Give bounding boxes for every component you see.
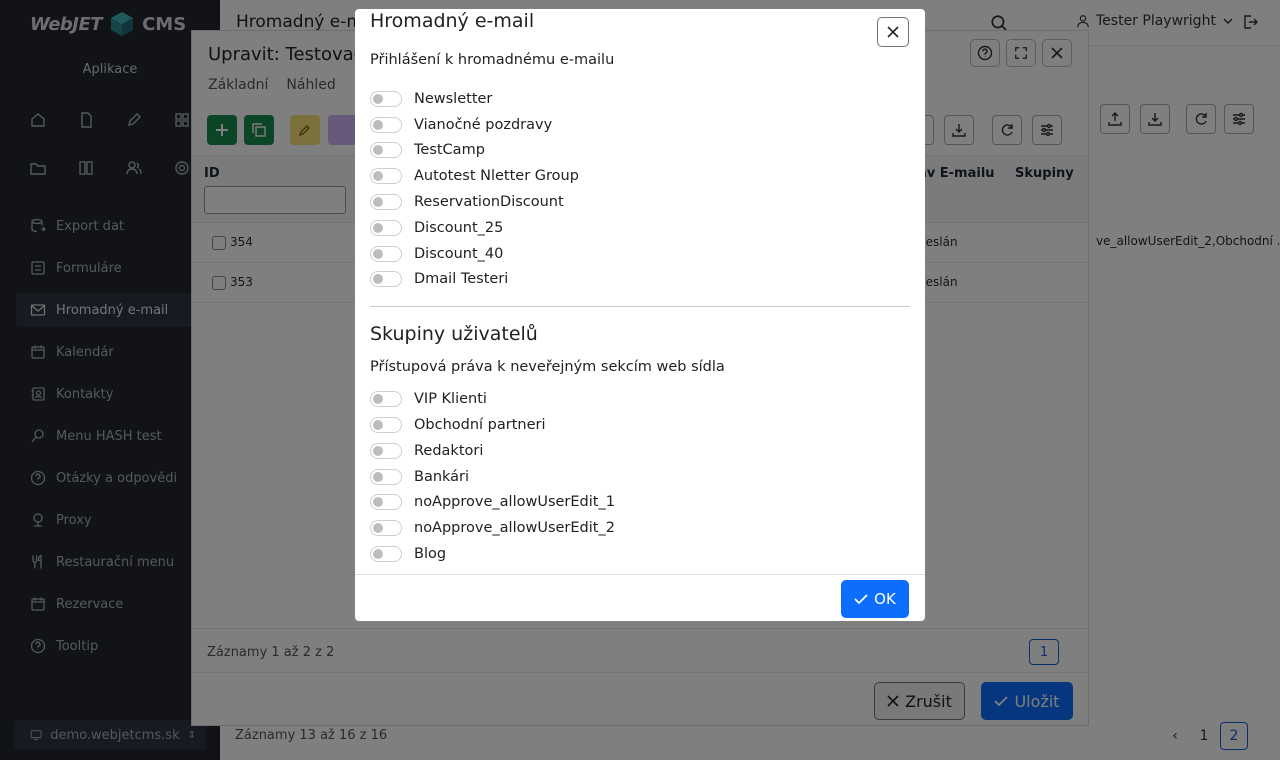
- toggle-label: Vianočné pozdravy: [414, 117, 553, 133]
- newsletter-toggle[interactable]: Vianočné pozdravy: [370, 114, 552, 136]
- group-toggle[interactable]: Redaktori: [370, 440, 483, 462]
- check-icon: [854, 594, 868, 605]
- toggle-switch[interactable]: [370, 220, 402, 236]
- ok-label: OK: [874, 590, 896, 608]
- toggle-label: Dmail Testeri: [414, 271, 509, 287]
- group-toggle[interactable]: noApprove_allowUserEdit_1: [370, 491, 615, 513]
- newsletter-toggle[interactable]: TestCamp: [370, 139, 485, 161]
- toggle-switch[interactable]: [370, 117, 402, 133]
- toggle-switch[interactable]: [370, 142, 402, 158]
- toggle-switch[interactable]: [370, 91, 402, 107]
- modal-divider: [370, 306, 910, 307]
- toggle-label: Newsletter: [414, 91, 493, 107]
- user-groups-title: Skupiny uživatelů: [370, 323, 538, 345]
- toggle-switch[interactable]: [370, 194, 402, 210]
- toggle-switch[interactable]: [370, 443, 402, 459]
- toggle-switch[interactable]: [370, 271, 402, 287]
- toggle-label: noApprove_allowUserEdit_1: [414, 494, 615, 510]
- modal-footer: OK: [355, 574, 925, 621]
- modal-subtitle: Přihlášení k hromadnému e-mailu: [370, 52, 615, 68]
- user-groups-subtitle: Přístupová práva k neveřejným sekcím web…: [370, 359, 725, 375]
- toggle-switch[interactable]: [370, 546, 402, 562]
- toggle-label: Bankári: [414, 469, 470, 485]
- newsletter-toggle[interactable]: Autotest Nletter Group: [370, 165, 579, 187]
- newsletter-toggle[interactable]: Newsletter: [370, 88, 492, 110]
- mass-email-modal: Hromadný e-mail Přihlášení k hromadnému …: [355, 9, 925, 621]
- toggle-label: TestCamp: [414, 142, 485, 158]
- toggle-label: ReservationDiscount: [414, 194, 564, 210]
- toggle-label: Discount_25: [414, 220, 504, 236]
- newsletter-toggle[interactable]: Dmail Testeri: [370, 268, 508, 290]
- newsletter-toggle[interactable]: Discount_40: [370, 243, 503, 265]
- toggle-label: VIP Klienti: [414, 391, 487, 407]
- toggle-label: Redaktori: [414, 443, 484, 459]
- group-toggle[interactable]: VIP Klienti: [370, 388, 487, 410]
- toggle-switch[interactable]: [370, 417, 402, 433]
- group-toggle[interactable]: Obchodní partneri: [370, 414, 546, 436]
- toggle-switch[interactable]: [370, 246, 402, 262]
- toggle-switch[interactable]: [370, 494, 402, 510]
- toggle-label: Discount_40: [414, 246, 504, 262]
- ok-button[interactable]: OK: [841, 580, 909, 618]
- toggle-switch[interactable]: [370, 168, 402, 184]
- toggle-label: noApprove_allowUserEdit_2: [414, 520, 615, 536]
- group-toggle[interactable]: noApprove_allowUserEdit_2: [370, 517, 615, 539]
- modal-title: Hromadný e-mail: [370, 10, 535, 32]
- newsletter-toggle[interactable]: ReservationDiscount: [370, 191, 564, 213]
- toggle-switch[interactable]: [370, 520, 402, 536]
- toggle-label: Autotest Nletter Group: [414, 168, 579, 184]
- close-icon: [887, 26, 899, 38]
- group-toggle[interactable]: Blog: [370, 543, 446, 565]
- toggle-label: Blog: [414, 546, 447, 562]
- newsletter-toggle[interactable]: Discount_25: [370, 217, 503, 239]
- toggle-switch[interactable]: [370, 391, 402, 407]
- toggle-label: Obchodní partneri: [414, 417, 546, 433]
- toggle-switch[interactable]: [370, 469, 402, 485]
- modal-close-button[interactable]: [877, 17, 909, 47]
- group-toggle[interactable]: Bankári: [370, 466, 469, 488]
